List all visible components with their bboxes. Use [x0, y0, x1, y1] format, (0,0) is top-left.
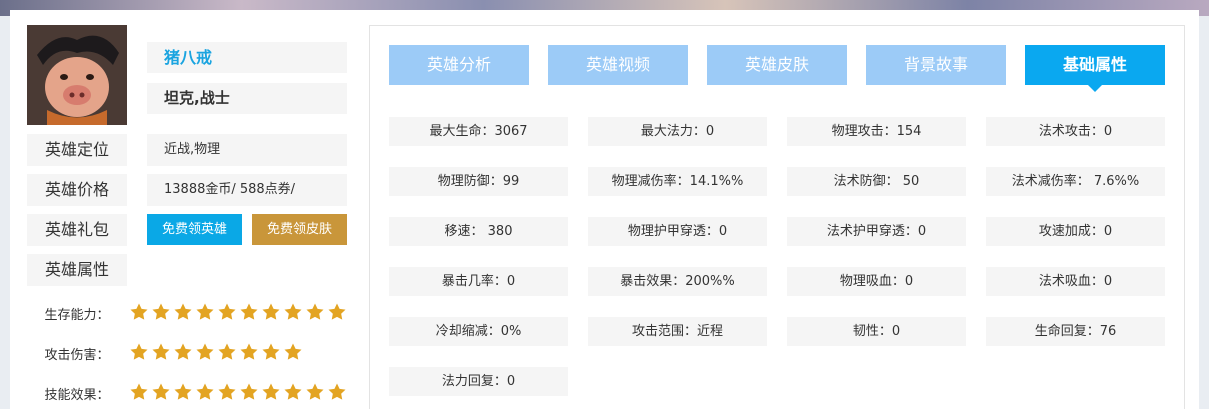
rating-label-survival: 生存能力： — [44, 308, 110, 323]
attribute-cell: 暴击几率：0 — [389, 267, 568, 296]
label-hero-gift: 英雄礼包 — [27, 214, 127, 246]
star-icon — [173, 342, 193, 362]
hero-class: 坦克,战士 — [147, 83, 347, 114]
attribute-cell: 物理护甲穿透：0 — [588, 217, 767, 246]
attribute-cell: 最大生命：3067 — [389, 117, 568, 146]
star-icon — [173, 302, 193, 322]
star-icon — [261, 342, 281, 362]
star-icon — [217, 342, 237, 362]
attribute-cell: 冷却缩减：0% — [389, 317, 568, 346]
attribute-cell: 物理吸血：0 — [787, 267, 966, 296]
tab-base-attributes[interactable]: 基础属性 — [1025, 45, 1165, 92]
star-icon — [327, 382, 347, 402]
star-icon — [261, 382, 281, 402]
star-icon — [129, 342, 149, 362]
rating-label-attack: 攻击伤害： — [44, 348, 110, 363]
hero-portrait-icon — [27, 25, 127, 125]
star-icon — [151, 382, 171, 402]
star-icon — [173, 382, 193, 402]
rating-label-skill: 技能效果： — [44, 388, 110, 403]
star-icon — [217, 382, 237, 402]
star-icon — [283, 342, 303, 362]
star-icon — [129, 382, 149, 402]
free-skin-button[interactable]: 免费领皮肤 — [252, 214, 347, 245]
attribute-cell: 物理攻击：154 — [787, 117, 966, 146]
star-icon — [217, 302, 237, 322]
star-icon — [239, 302, 259, 322]
free-hero-button[interactable]: 免费领英雄 — [147, 214, 242, 245]
star-icon — [283, 302, 303, 322]
tab-hero-skins[interactable]: 英雄皮肤 — [707, 45, 847, 85]
label-hero-role: 英雄定位 — [27, 134, 127, 166]
tab-background-story[interactable]: 背景故事 — [866, 45, 1006, 85]
attribute-cell: 攻速加成：0 — [986, 217, 1165, 246]
star-icon — [151, 342, 171, 362]
label-hero-price: 英雄价格 — [27, 174, 127, 206]
star-icon — [283, 382, 303, 402]
attribute-cell: 最大法力：0 — [588, 117, 767, 146]
star-icon — [305, 382, 325, 402]
star-icon — [195, 382, 215, 402]
star-icon — [195, 342, 215, 362]
attribute-cell: 法术护甲穿透：0 — [787, 217, 966, 246]
rating-stars-attack — [129, 342, 303, 362]
value-hero-role: 近战,物理 — [147, 134, 347, 166]
star-icon — [239, 342, 259, 362]
star-icon — [239, 382, 259, 402]
star-icon — [327, 302, 347, 322]
attribute-cell: 攻击范围：近程 — [588, 317, 767, 346]
attribute-cell: 法术防御： 50 — [787, 167, 966, 196]
attribute-cell: 法术减伤率： 7.6%% — [986, 167, 1165, 196]
star-icon — [129, 302, 149, 322]
star-icon — [305, 302, 325, 322]
attribute-cell: 移速： 380 — [389, 217, 568, 246]
tab-hero-analysis[interactable]: 英雄分析 — [389, 45, 529, 85]
hero-name: 猪八戒 — [147, 42, 347, 73]
attribute-cell: 韧性：0 — [787, 317, 966, 346]
attribute-cell: 生命回复：76 — [986, 317, 1165, 346]
attribute-cell: 法术吸血：0 — [986, 267, 1165, 296]
star-icon — [151, 302, 171, 322]
attribute-cell: 暴击效果：200%% — [588, 267, 767, 296]
star-icon — [261, 302, 281, 322]
star-icon — [195, 302, 215, 322]
label-hero-attributes: 英雄属性 — [27, 254, 127, 286]
attribute-cell: 法术攻击：0 — [986, 117, 1165, 146]
attribute-cell: 法力回复：0 — [389, 367, 568, 396]
attribute-cell: 物理减伤率：14.1%% — [588, 167, 767, 196]
tab-hero-video[interactable]: 英雄视频 — [548, 45, 688, 85]
attribute-cell: 物理防御：99 — [389, 167, 568, 196]
value-hero-price: 13888金币/ 588点券/ — [147, 174, 347, 206]
rating-stars-skill — [129, 382, 347, 402]
hero-avatar — [27, 25, 127, 125]
rating-stars-survival — [129, 302, 347, 322]
